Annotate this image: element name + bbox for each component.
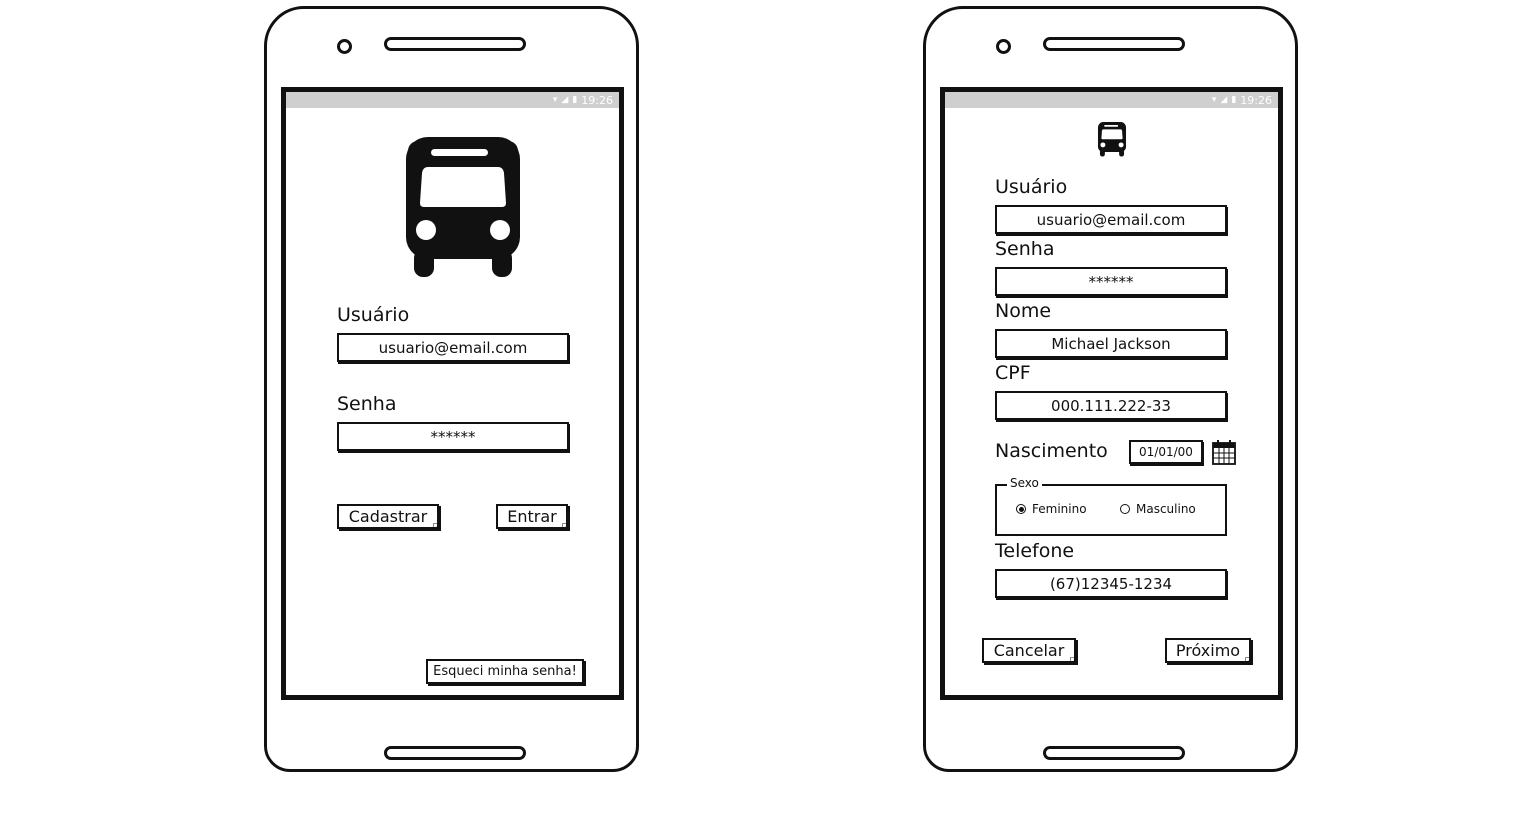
- cadastrar-button[interactable]: Cadastrar ◲: [337, 504, 441, 532]
- camera-dot: [337, 39, 352, 54]
- phone-frame-login: ▾ ◢ ▮ 19:26 Usuário usuario@email.com Se…: [264, 6, 639, 772]
- wifi-icon: ▾: [1211, 95, 1217, 105]
- battery-icon: ▮: [572, 95, 578, 105]
- esqueci-senha-label: Esqueci minha senha!: [433, 664, 577, 679]
- home-bar: [1043, 746, 1185, 760]
- usuario-label: Usuário: [337, 304, 410, 326]
- speaker-slot: [1043, 37, 1185, 51]
- radio-masculino-label: Masculino: [1136, 502, 1196, 516]
- radio-feminino-label: Feminino: [1032, 502, 1087, 516]
- sexo-group: Sexo Feminino Masculino: [995, 476, 1227, 536]
- nome-input[interactable]: Michael Jackson: [995, 329, 1227, 358]
- status-bar: ▾ ◢ ▮ 19:26: [286, 92, 619, 108]
- signal-icon: ◢: [1220, 95, 1228, 105]
- cancelar-button-label: Cancelar: [993, 641, 1065, 660]
- usuario-label: Usuário: [995, 176, 1068, 198]
- senha-input[interactable]: ******: [995, 267, 1227, 296]
- radio-unselected-icon: [1120, 504, 1130, 514]
- proximo-button[interactable]: Próximo ◲: [1165, 638, 1253, 666]
- wifi-icon: ▾: [552, 95, 558, 105]
- phone-frame-register: ▾ ◢ ▮ 19:26 Usuário usuario@email.com Se…: [923, 6, 1298, 772]
- cursor-corner-icon: ◲: [1244, 656, 1253, 666]
- radio-selected-icon: [1016, 504, 1026, 514]
- radio-feminino[interactable]: Feminino: [1016, 502, 1087, 516]
- cancelar-button[interactable]: Cancelar ◲: [982, 638, 1078, 666]
- signal-icon: ◢: [561, 95, 569, 105]
- speaker-slot: [384, 37, 526, 51]
- radio-masculino[interactable]: Masculino: [1120, 502, 1196, 516]
- cursor-corner-icon: ◲: [432, 522, 441, 532]
- entrar-button-label: Entrar: [507, 507, 557, 526]
- senha-label: Senha: [995, 238, 1055, 260]
- telefone-input[interactable]: (67)12345-1234: [995, 569, 1227, 598]
- battery-icon: ▮: [1231, 95, 1237, 105]
- cpf-input[interactable]: 000.111.222-33: [995, 391, 1227, 420]
- nascimento-date-input[interactable]: 01/01/00: [1129, 440, 1203, 464]
- bus-icon: [1097, 122, 1127, 157]
- proximo-button-label: Próximo: [1175, 641, 1241, 660]
- senha-label: Senha: [337, 393, 397, 415]
- nascimento-label: Nascimento: [995, 440, 1108, 462]
- entrar-button[interactable]: Entrar ◲: [496, 504, 570, 532]
- cadastrar-button-label: Cadastrar: [348, 507, 428, 526]
- senha-input[interactable]: ******: [337, 422, 569, 451]
- home-bar: [384, 746, 526, 760]
- bus-icon: [406, 137, 520, 277]
- calendar-icon[interactable]: [1212, 439, 1236, 465]
- status-time: 19:26: [1240, 93, 1272, 107]
- cursor-corner-icon: ◲: [561, 522, 570, 532]
- register-screen: ▾ ◢ ▮ 19:26 Usuário usuario@email.com Se…: [940, 87, 1283, 700]
- cpf-label: CPF: [995, 362, 1031, 384]
- nome-label: Nome: [995, 300, 1052, 322]
- login-screen: ▾ ◢ ▮ 19:26 Usuário usuario@email.com Se…: [281, 87, 624, 700]
- telefone-label: Telefone: [995, 540, 1075, 562]
- cursor-corner-icon: ◲: [1069, 656, 1078, 666]
- status-time: 19:26: [581, 93, 613, 107]
- esqueci-senha-button[interactable]: Esqueci minha senha!: [426, 659, 584, 684]
- sexo-legend: Sexo: [1007, 476, 1042, 490]
- camera-dot: [996, 39, 1011, 54]
- usuario-input[interactable]: usuario@email.com: [995, 205, 1227, 234]
- status-bar: ▾ ◢ ▮ 19:26: [945, 92, 1278, 108]
- usuario-input[interactable]: usuario@email.com: [337, 333, 569, 362]
